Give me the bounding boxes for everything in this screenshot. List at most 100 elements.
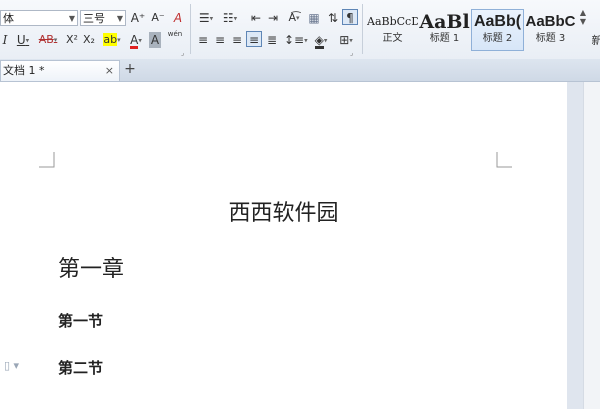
font-dialog-launcher-icon[interactable]: ⌟: [181, 49, 184, 57]
eraser-icon: A: [173, 11, 183, 25]
chevron-down-icon: ▾: [233, 14, 238, 23]
italic-button[interactable]: I: [0, 32, 10, 48]
align-center-icon: ≡: [214, 33, 226, 47]
align-center-button[interactable]: ≡: [213, 32, 227, 48]
style-normal[interactable]: AaBbCcDd 正文: [366, 9, 419, 51]
new-style-label: 新: [591, 34, 600, 47]
group-divider: [362, 4, 363, 54]
align-right-icon: ≡: [231, 33, 243, 47]
tab-document-1[interactable]: 文档 1 * ×: [0, 60, 120, 81]
shrink-font-button[interactable]: A⁻: [150, 10, 166, 26]
underline-button[interactable]: U▾: [14, 32, 32, 48]
document-page[interactable]: 西西软件园 第一章 第一节 第二节 ▯ ▾: [0, 82, 567, 409]
justify-button[interactable]: ≡: [246, 31, 262, 47]
close-icon[interactable]: ×: [105, 61, 114, 81]
margin-corner-top-left: [39, 152, 55, 168]
distributed-button[interactable]: ≣: [264, 32, 280, 48]
style-name: 正文: [382, 33, 403, 44]
new-style-button[interactable]: 新: [590, 33, 600, 49]
ribbon-toolbar: 体 ▼ 三号 ▼ A⁺ A⁻ A I U▾ AB▾ X² X₂ ab▾ A▾ A…: [0, 0, 600, 60]
chevron-down-icon: ▾: [138, 36, 142, 45]
style-sample: AaBl: [419, 11, 470, 32]
show-marks-button[interactable]: ¶: [342, 9, 358, 25]
bullet-list-button[interactable]: ☰▾: [196, 10, 216, 26]
heading-section-2[interactable]: 第二节: [58, 357, 103, 378]
subscript-button[interactable]: X₂: [81, 32, 97, 48]
clear-format-button[interactable]: A: [170, 10, 186, 26]
shrink-font-icon: A⁻: [151, 11, 165, 24]
line-spacing-button[interactable]: ↕≡▾: [284, 32, 308, 48]
document-title[interactable]: 西西软件园: [0, 195, 567, 227]
indent-icon: ⇥: [267, 11, 279, 25]
paragraph-dialog-launcher-icon[interactable]: ⌟: [350, 49, 353, 57]
style-gallery-scroll[interactable]: ▲ ▼: [578, 8, 588, 26]
subscript-icon: X₂: [83, 33, 95, 46]
char-shading-icon: A: [150, 33, 160, 47]
outdent-icon: ⇤: [250, 11, 262, 25]
table-button[interactable]: ▦: [306, 10, 322, 26]
style-name: 标题 3: [535, 33, 566, 44]
superscript-icon: X²: [66, 33, 78, 46]
chevron-down-icon: ▾: [323, 36, 328, 45]
strikethrough-icon: AB: [38, 33, 54, 46]
style-heading-2[interactable]: AaBb( 标题 2: [471, 9, 524, 51]
char-shading-button[interactable]: A: [149, 32, 161, 48]
vertical-scrollbar[interactable]: [583, 82, 600, 409]
chevron-down-icon: ▾: [117, 36, 121, 44]
new-tab-button[interactable]: +: [122, 61, 138, 79]
sort-icon: ⇅: [327, 11, 339, 25]
underline-icon: U: [16, 33, 26, 47]
font-size-select[interactable]: 三号 ▼: [80, 10, 126, 26]
grow-font-icon: A⁺: [130, 11, 146, 25]
chevron-down-icon: ▼: [68, 14, 75, 23]
paragraph-handle-icon[interactable]: ▯ ▾: [4, 359, 19, 372]
chevron-down-icon: ▾: [349, 36, 353, 45]
chevron-down-icon: ▾: [209, 14, 214, 23]
align-left-button[interactable]: ≡: [196, 32, 210, 48]
italic-icon: I: [2, 33, 8, 47]
font-name-select[interactable]: 体 ▼: [0, 10, 78, 26]
numbered-list-button[interactable]: ☷▾: [220, 10, 240, 26]
numbered-list-icon: ☷: [222, 11, 234, 25]
margin-corner-top-right: [496, 152, 512, 168]
char-scaling-button[interactable]: A͡▾: [284, 10, 304, 26]
document-tab-label: 文档 1 *: [3, 64, 45, 77]
char-scaling-icon: A͡: [288, 11, 296, 24]
style-name: 标题 2: [482, 33, 513, 44]
distributed-icon: ≣: [266, 33, 278, 47]
style-heading-3[interactable]: AaBbC 标题 3: [524, 9, 577, 51]
justify-icon: ≡: [248, 33, 260, 47]
phonetic-guide-button[interactable]: wén: [164, 30, 186, 46]
align-right-button[interactable]: ≡: [230, 32, 244, 48]
chevron-up-icon: ▲: [579, 8, 587, 17]
border-icon: ⊞: [339, 33, 350, 47]
document-workspace: 西西软件园 第一章 第一节 第二节 ▯ ▾: [0, 82, 600, 409]
font-color-button[interactable]: A▾: [125, 32, 147, 49]
heading-chapter[interactable]: 第一章: [58, 251, 124, 283]
style-sample: AaBbCcDd: [367, 15, 418, 28]
table-grid-icon: ▦: [308, 11, 320, 25]
borders-button[interactable]: ⊞▾: [335, 32, 357, 48]
chevron-down-icon: ▼: [116, 14, 123, 23]
increase-indent-button[interactable]: ⇥: [265, 10, 281, 26]
sort-button[interactable]: ⇅: [325, 10, 341, 26]
chevron-down-icon: ▾: [296, 14, 300, 22]
bullet-list-icon: ☰: [198, 11, 210, 25]
superscript-button[interactable]: X²: [64, 32, 80, 48]
highlight-button[interactable]: ab▾: [100, 32, 124, 48]
grow-font-button[interactable]: A⁺: [130, 10, 146, 26]
heading-section-1[interactable]: 第一节: [58, 310, 103, 331]
decrease-indent-button[interactable]: ⇤: [248, 10, 264, 26]
style-heading-1[interactable]: AaBl 标题 1: [418, 9, 471, 51]
style-sample: AaBb(: [473, 13, 522, 30]
shading-button[interactable]: ◈▾: [310, 32, 332, 49]
strikethrough-button[interactable]: AB▾: [36, 32, 60, 48]
style-name: 标题 1: [429, 33, 460, 44]
style-sample: AaBbC: [525, 13, 576, 30]
font-size-value: 三号: [83, 12, 105, 25]
group-divider: [190, 4, 191, 54]
chevron-down-icon: ▼: [579, 17, 587, 26]
chevron-down-icon: ▾: [53, 36, 58, 44]
paragraph-marks-icon: ¶: [346, 11, 354, 25]
phonetic-icon: wén: [167, 30, 183, 38]
